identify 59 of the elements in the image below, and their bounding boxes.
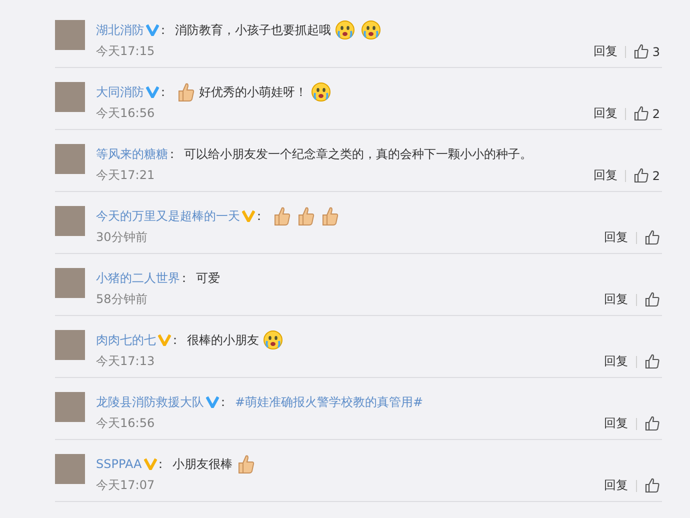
crying-face-icon	[361, 20, 381, 40]
reply-link[interactable]: 回复	[593, 43, 618, 60]
like-count: 2	[652, 168, 660, 182]
timestamp: 今天16:56	[96, 105, 155, 122]
like-count: 3	[652, 44, 660, 58]
timestamp: 30分钟前	[96, 229, 148, 246]
thumbs-up-icon[interactable]	[645, 230, 660, 245]
timestamp: 今天17:15	[96, 43, 155, 60]
comment-text: 消防教育，小孩子也要抓起哦	[175, 22, 331, 38]
username-link[interactable]: 小猪的二人世界	[96, 270, 180, 286]
colon-text: ：	[217, 394, 229, 410]
hashtag-link[interactable]: #萌娃准确报火警学校教的真管用#	[235, 394, 424, 410]
reply-link[interactable]: 回复	[593, 167, 618, 184]
username-link[interactable]: 湖北消防	[96, 22, 144, 38]
colon-text: ：	[169, 332, 181, 348]
thumbs-up-icon	[297, 206, 315, 226]
thumbs-up-icon[interactable]	[645, 354, 660, 369]
comment-text: 好优秀的小萌娃呀！	[199, 84, 307, 100]
thumbs-up-icon[interactable]	[634, 44, 650, 59]
thumbs-up-icon	[273, 206, 291, 226]
thumbs-up-icon	[236, 454, 255, 474]
username-link[interactable]: 今天的万里又是超棒的一天	[96, 208, 240, 224]
thumbs-up-icon	[321, 206, 339, 226]
thumbs-up-icon	[177, 82, 195, 102]
thumbs-up-icon[interactable]	[645, 416, 660, 431]
username-link[interactable]: 大同消防	[96, 84, 144, 100]
thumbs-up-icon[interactable]	[645, 478, 660, 493]
comment-text: 可爱	[196, 270, 220, 286]
comment-text: 很棒的小朋友	[187, 332, 259, 348]
username-link[interactable]: 龙陵县消防救援大队	[96, 394, 204, 410]
reply-link[interactable]: 回复	[593, 105, 618, 122]
timestamp: 58分钟前	[96, 291, 148, 308]
colon-text: ：	[157, 22, 169, 38]
username-link[interactable]: 肉肉七的七	[96, 332, 156, 348]
thumbs-up-icon[interactable]	[634, 106, 650, 121]
reply-link[interactable]: 回复	[604, 229, 628, 246]
reply-link[interactable]: 回复	[604, 415, 628, 432]
timestamp: 今天17:13	[96, 353, 155, 370]
comment-text: 小朋友很棒	[172, 456, 233, 472]
like-count: 2	[652, 106, 660, 120]
colon-text: ：	[178, 270, 190, 286]
colon-text: ：	[157, 84, 169, 100]
timestamp: 今天17:07	[96, 477, 155, 494]
timestamp: 今天16:56	[96, 415, 155, 432]
timestamp: 今天17:21	[96, 167, 155, 184]
reply-link[interactable]: 回复	[604, 291, 628, 308]
thumbs-up-icon[interactable]	[645, 292, 660, 307]
username-link[interactable]: SSPPAA	[96, 457, 142, 471]
username-link[interactable]: 等风来的糖糖	[96, 146, 168, 162]
crying-face-icon	[311, 82, 331, 102]
comment-text: 可以给小朋友发一个纪念章之类的，真的会种下一颗小小的种子。	[184, 146, 532, 162]
colon-text: ：	[253, 208, 265, 224]
crying-face-icon	[335, 20, 355, 40]
colon-text: ：	[166, 146, 178, 162]
reply-link[interactable]: 回复	[604, 353, 628, 370]
reply-link[interactable]: 回复	[604, 477, 628, 494]
colon-text: ：	[154, 456, 167, 472]
thumbs-up-icon[interactable]	[634, 168, 650, 183]
crying-face-icon	[263, 330, 283, 350]
